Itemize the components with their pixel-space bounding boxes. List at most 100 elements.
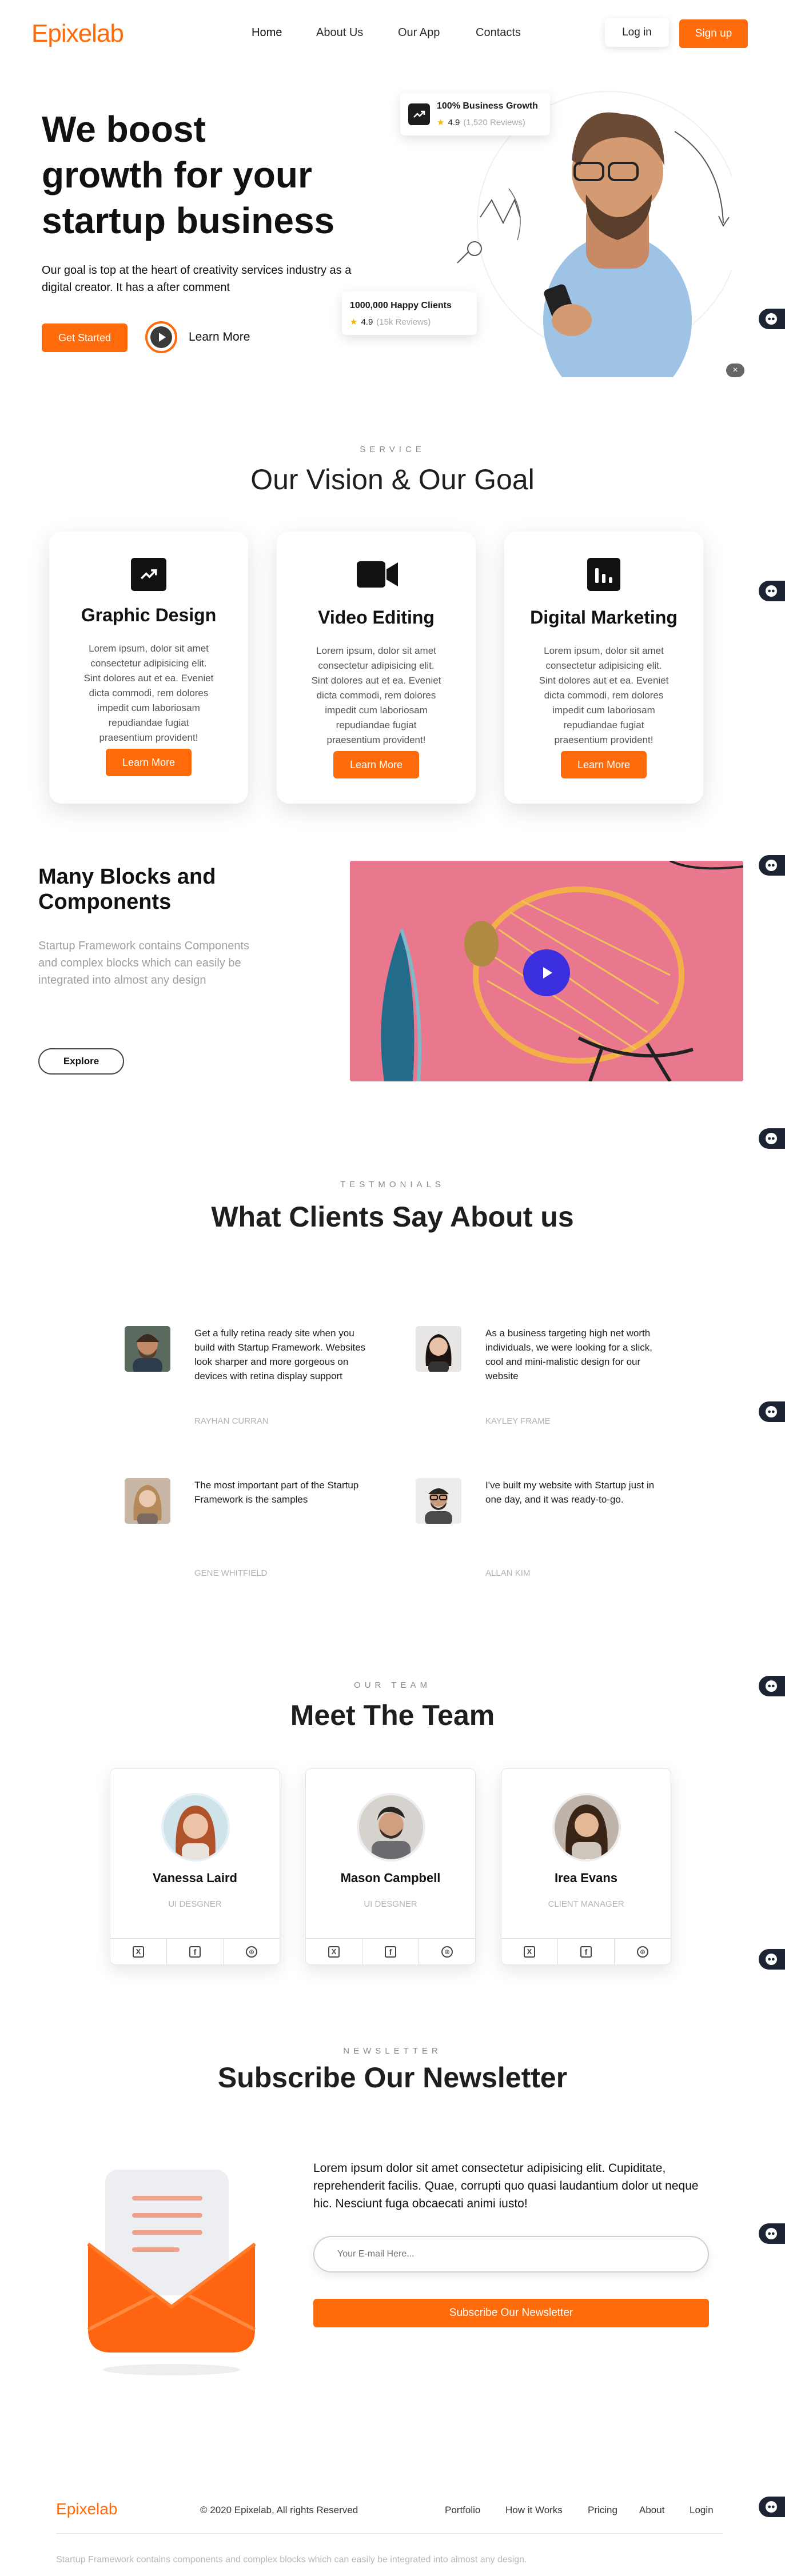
chat-widget-icon[interactable]: ●● — [759, 1128, 785, 1149]
subscribe-button[interactable]: Subscribe Our Newsletter — [313, 2299, 709, 2327]
service-card: Video Editing Lorem ipsum, dolor sit ame… — [277, 532, 476, 804]
learn-more-link[interactable]: Learn More — [189, 330, 250, 344]
footer-link-login[interactable]: Login — [690, 2505, 714, 2516]
testimonials-title: What Clients Say About us — [211, 1201, 574, 1233]
hero-title: We boost growth for your startup busines… — [42, 106, 334, 243]
testimonial-quote: Get a fully retina ready site when you b… — [194, 1328, 366, 1381]
x-icon[interactable]: X — [306, 1939, 362, 1964]
clients-badge: 1000,000 Happy Clients ★ 4.9 (15k Review… — [342, 291, 477, 335]
testimonial-author: RAYHAN CURRAN — [194, 1416, 269, 1426]
review-count: (1,520 Reviews) — [463, 117, 525, 127]
learn-more-button[interactable]: Learn More — [106, 749, 192, 776]
chat-widget-icon[interactable]: ●● — [759, 1401, 785, 1422]
star-icon: ★ — [350, 317, 358, 327]
video-camera-icon — [354, 560, 400, 589]
learn-more-button[interactable]: Learn More — [333, 751, 419, 778]
logo-prefix: E — [56, 2500, 67, 2518]
dribbble-icon[interactable]: ⊕ — [615, 1939, 671, 1964]
testimonial-quote: The most important part of the Startup F… — [194, 1480, 359, 1505]
play-icon — [543, 967, 552, 979]
team-member-role: CLIENT MANAGER — [548, 1899, 624, 1909]
clients-badge-rating: ★ 4.9 (15k Reviews) — [350, 317, 431, 328]
logo-prefix: E — [31, 19, 48, 47]
service-card-text: Lorem ipsum, dolor sit amet consectetur … — [311, 645, 441, 745]
service-card-text: Lorem ipsum, dolor sit amet consectetur … — [83, 643, 214, 743]
nav-about[interactable]: About Us — [316, 26, 363, 39]
signup-button[interactable]: Sign up — [679, 19, 748, 48]
footer-link-pricing[interactable]: Pricing — [588, 2505, 617, 2516]
dribbble-icon[interactable]: ⊕ — [419, 1939, 475, 1964]
play-icon — [150, 326, 172, 348]
avatar — [125, 1478, 170, 1524]
dribbble-icon[interactable]: ⊕ — [224, 1939, 280, 1964]
facebook-icon[interactable]: f — [167, 1939, 224, 1964]
facebook-icon[interactable]: f — [558, 1939, 615, 1964]
nav-contacts[interactable]: Contacts — [476, 26, 521, 39]
service-card-title: Graphic Design — [81, 605, 217, 625]
chat-widget-icon[interactable]: ●● — [759, 2223, 785, 2244]
learn-more-button[interactable]: Learn More — [561, 751, 647, 778]
growth-badge-rating: ★ 4.9 (1,520 Reviews) — [437, 117, 525, 128]
chat-widget-icon[interactable]: ●● — [759, 2497, 785, 2517]
social-links: X f ⊕ — [501, 1938, 671, 1964]
newsletter-title: Subscribe Our Newsletter — [217, 2062, 568, 2094]
avatar — [357, 1793, 425, 1862]
email-field[interactable] — [313, 2236, 709, 2273]
team-eyebrow: OUR TEAM — [354, 1680, 431, 1690]
testimonial-quote: As a business targeting high net worth i… — [485, 1328, 652, 1381]
nav-home[interactable]: Home — [252, 26, 282, 39]
team-member-name: Vanessa Laird — [153, 1871, 237, 1885]
video-play-button[interactable] — [523, 949, 570, 996]
star-icon: ★ — [437, 118, 445, 127]
facebook-icon[interactable]: f — [362, 1939, 419, 1964]
nav-app[interactable]: Our App — [398, 26, 440, 39]
chat-widget-icon[interactable]: ●● — [759, 581, 785, 601]
chat-widget-icon[interactable]: ●● — [759, 855, 785, 876]
get-started-button[interactable]: Get Started — [42, 324, 127, 352]
service-title: Our Vision & Our Goal — [250, 464, 535, 496]
avatar — [125, 1326, 170, 1372]
hero-title-line: startup business — [42, 200, 335, 241]
x-icon[interactable]: X — [501, 1939, 558, 1964]
chat-widget-icon[interactable]: ●● — [759, 1949, 785, 1970]
testimonial-author: KAYLEY FRAME — [485, 1416, 551, 1426]
team-card: Irea Evans CLIENT MANAGER X f ⊕ — [501, 1768, 671, 1965]
play-video-button[interactable] — [145, 321, 177, 353]
newsletter-eyebrow: NEWSLETTER — [343, 2046, 442, 2056]
hero-subtitle: Our goal is top at the heart of creativi… — [42, 264, 352, 294]
social-links: X f ⊕ — [306, 1938, 475, 1964]
blocks-title: Many Blocks and Components — [38, 865, 216, 914]
trending-up-icon — [131, 558, 166, 591]
testimonials-eyebrow: TESTMONIALS — [340, 1180, 445, 1189]
hero-title-line: We boost — [42, 109, 206, 150]
growth-badge: 100% Business Growth ★ 4.9 (1,520 Review… — [400, 93, 550, 135]
team-title: Meet The Team — [290, 1699, 495, 1731]
footer-divider — [56, 2533, 723, 2534]
envelope-illustration — [80, 2164, 263, 2381]
team-card: Mason Campbell UI DESGNER X f ⊕ — [305, 1768, 476, 1965]
review-count: (15k Reviews) — [376, 317, 431, 327]
x-icon[interactable]: X — [110, 1939, 167, 1964]
footer-link-portfolio[interactable]: Portfolio — [445, 2505, 480, 2516]
footer-link-how-it-works[interactable]: How it Works — [505, 2505, 563, 2516]
footer-link-about[interactable]: About — [639, 2505, 664, 2516]
clients-badge-title: 1000,000 Happy Clients — [350, 301, 452, 310]
logo-text: pixelab — [66, 2500, 118, 2518]
testimonial-quote: I've built my website with Startup just … — [485, 1480, 655, 1505]
video-thumbnail — [350, 861, 743, 1081]
service-card-title: Digital Marketing — [530, 607, 678, 628]
service-card-text: Lorem ipsum, dolor sit amet consectetur … — [539, 645, 669, 745]
login-button[interactable]: Log in — [605, 18, 669, 47]
logo[interactable]: Epixelab — [31, 19, 124, 48]
logo-text: pixelab — [47, 19, 123, 47]
service-eyebrow: SERVICE — [360, 445, 425, 454]
team-member-role: UI DESGNER — [168, 1899, 222, 1909]
avatar — [416, 1478, 461, 1524]
chat-widget-icon[interactable]: ●● — [759, 309, 785, 329]
explore-button[interactable]: Explore — [38, 1048, 124, 1075]
team-member-name: Irea Evans — [554, 1871, 618, 1885]
footer-logo[interactable]: Epixelab — [56, 2500, 117, 2518]
close-icon[interactable]: × — [726, 364, 744, 377]
team-member-role: UI DESGNER — [364, 1899, 417, 1909]
testimonial-author: ALLAN KIM — [485, 1568, 531, 1578]
